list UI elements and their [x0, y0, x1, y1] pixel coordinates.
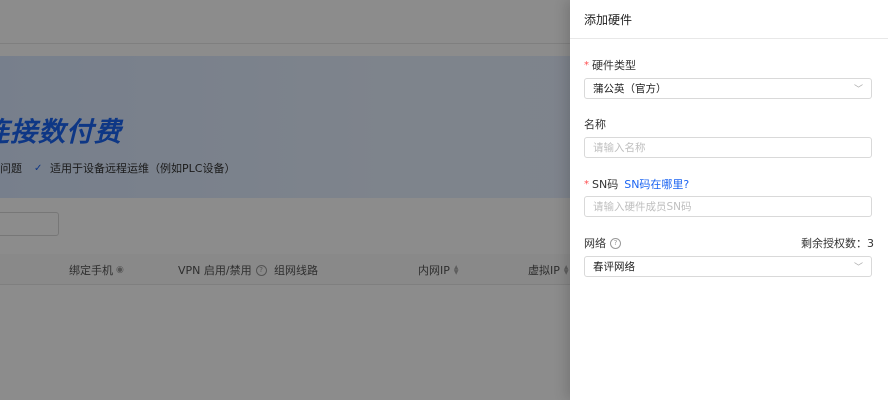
name-field[interactable]	[584, 137, 872, 158]
help-icon[interactable]: ?	[610, 237, 621, 249]
sn-label: SN码	[592, 178, 619, 191]
chevron-down-icon: ﹀	[853, 85, 863, 95]
hardware-type-label-row: * 硬件类型	[584, 57, 874, 73]
network-value: 春评网络	[593, 261, 635, 273]
sn-field[interactable]	[584, 196, 872, 217]
hardware-type-value: 蒲公英（官方）	[593, 83, 667, 95]
drawer-title: 添加硬件	[584, 12, 633, 27]
sn-input[interactable]	[593, 200, 863, 213]
chevron-down-icon: ﹀	[853, 263, 863, 273]
sn-help-link[interactable]: SN码在哪里?	[624, 176, 689, 192]
network-label-row: 网络 ? 剩余授权数：3	[584, 235, 874, 251]
hardware-type-label: 硬件类型	[592, 59, 636, 72]
name-label-row: 名称	[584, 116, 874, 132]
network-select[interactable]: 春评网络 ﹀	[584, 256, 872, 277]
name-label: 名称	[584, 118, 606, 131]
network-label: 网络	[584, 237, 606, 250]
hardware-type-select[interactable]: 蒲公英（官方） ﹀	[584, 78, 872, 99]
add-hardware-drawer: 添加硬件 * 硬件类型 蒲公英（官方） ﹀ 名称 * SN码 SN码在哪里? 网…	[570, 0, 888, 400]
remaining-quota: 剩余授权数：3	[801, 237, 874, 250]
required-mark: *	[584, 178, 589, 190]
required-mark: *	[584, 59, 589, 71]
drawer-header: 添加硬件	[570, 0, 888, 39]
sn-label-row: * SN码 SN码在哪里?	[584, 176, 874, 192]
name-input[interactable]	[593, 141, 863, 154]
